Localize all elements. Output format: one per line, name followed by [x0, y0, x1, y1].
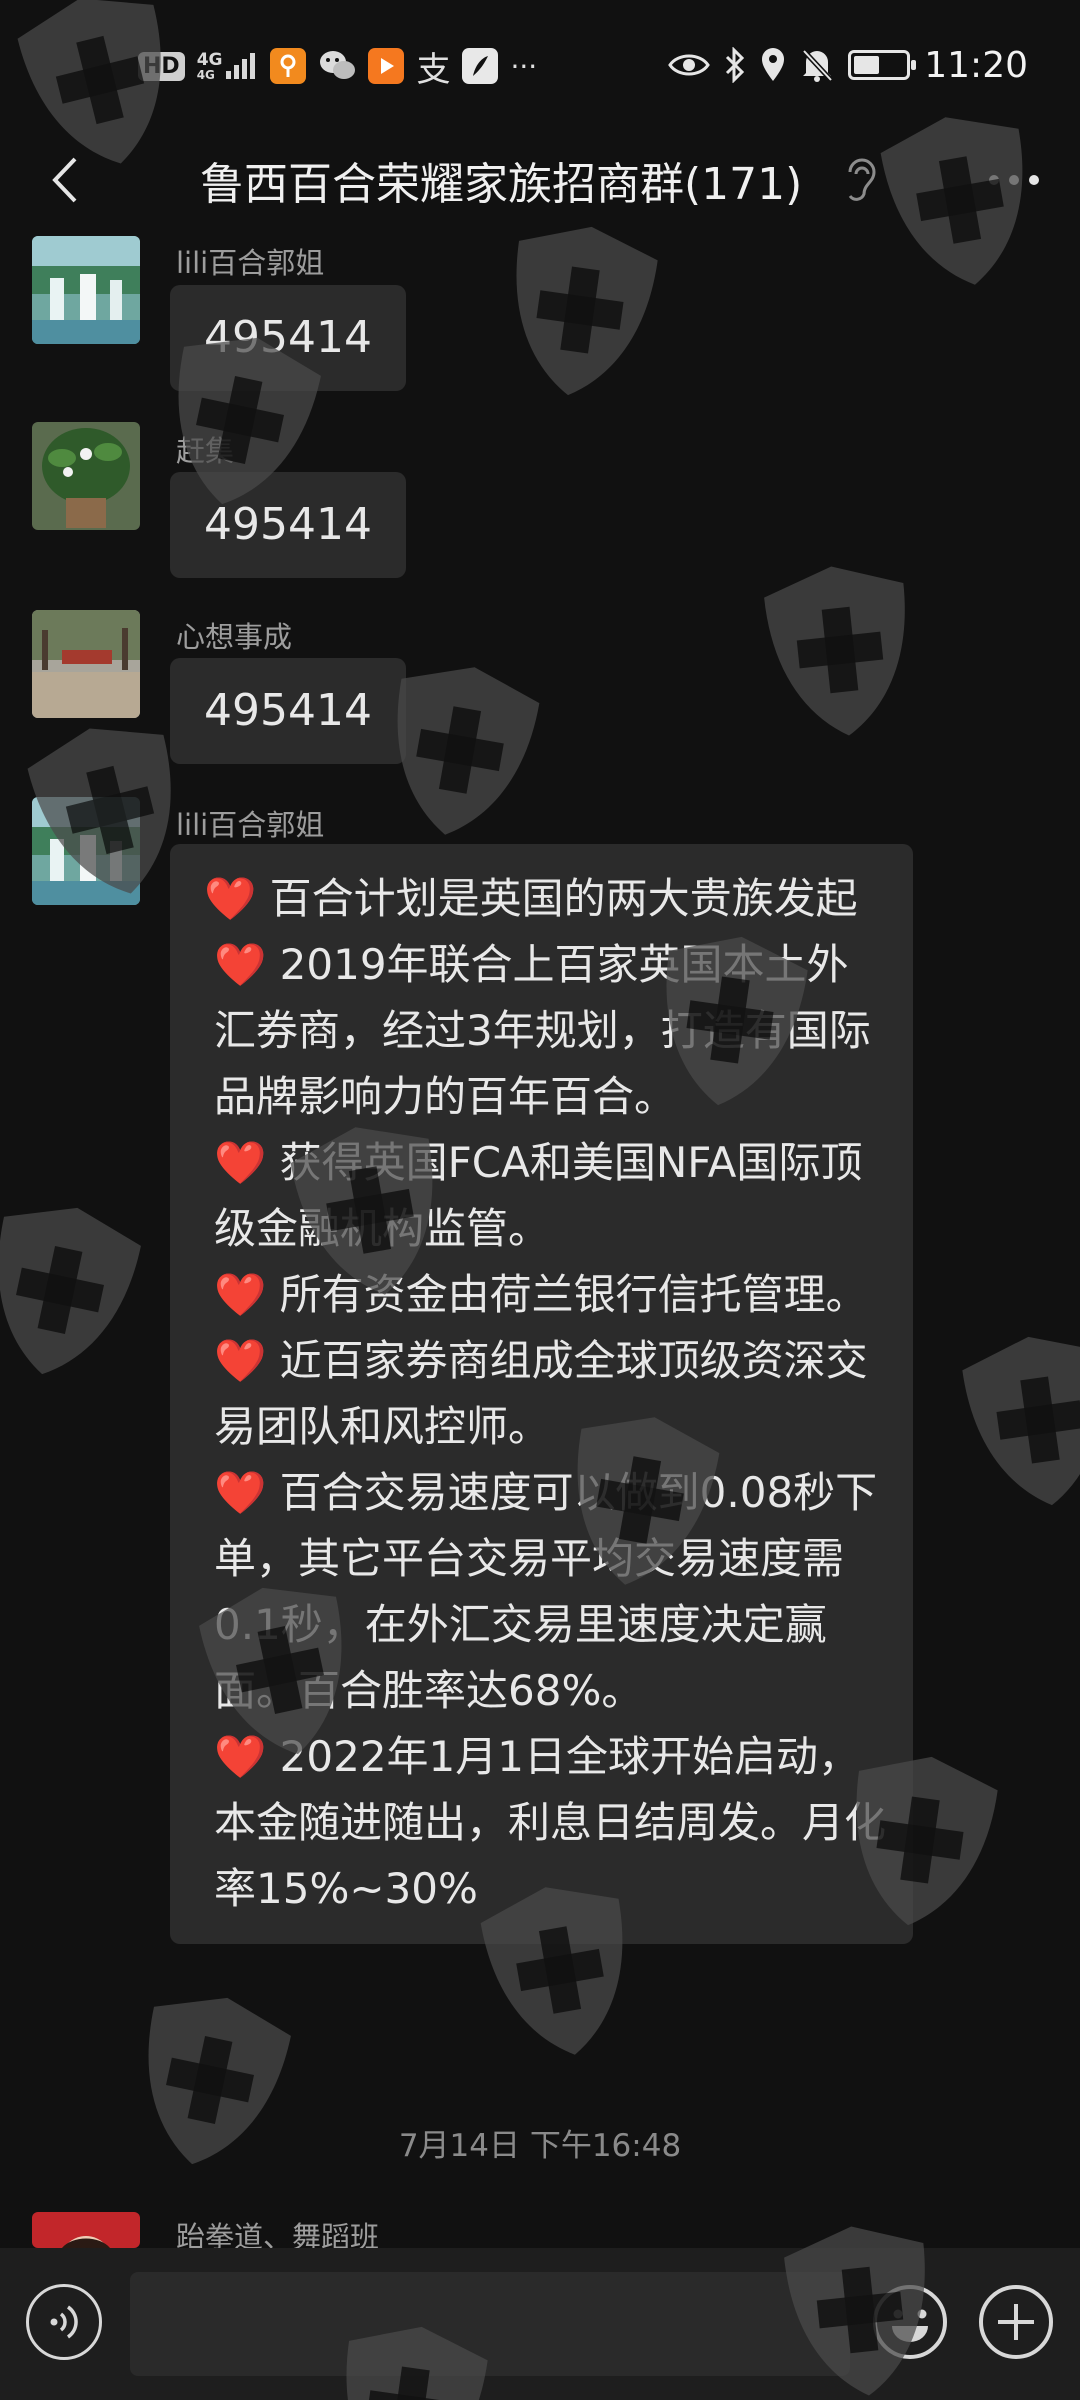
feather-app-icon: [462, 48, 499, 84]
bluetooth-icon: [726, 47, 745, 83]
network-label: 4G: [196, 49, 223, 70]
more-button[interactable]: [976, 150, 1052, 210]
avatar-park[interactable]: [32, 610, 140, 718]
voice-button[interactable]: [26, 2284, 102, 2360]
heart-icon: ❤️: [214, 1468, 267, 1517]
message-paragraph: ❤️ 所有资金由荷兰银行信托管理。: [214, 1270, 868, 1319]
status-bar: HD 4G 4G 支 ··· 11:20: [0, 0, 1080, 130]
ear-icon: [848, 158, 876, 201]
avatar-woman[interactable]: [32, 2212, 140, 2248]
more-notifications-icon: ···: [510, 49, 538, 83]
message-input[interactable]: [130, 2272, 850, 2376]
heart-icon: ❤️: [214, 1732, 267, 1781]
status-left-icons: HD 4G 4G 支 ···: [138, 44, 538, 90]
shield-cross-watermark: [0, 1207, 141, 1375]
message-bubble[interactable]: 495414: [170, 285, 406, 391]
clock: 11:20: [924, 44, 1028, 86]
chat-title: 鲁西百合荣耀家族招商群(171): [200, 159, 803, 210]
message-paragraph: ❤️ 2022年1月1日全球开始启动，本金随进随出，利息日结周发。月化率15%~…: [214, 1732, 887, 1913]
emoji-icon[interactable]: [872, 2284, 948, 2360]
heart-icon: ❤️: [214, 1336, 267, 1385]
alipay-icon: 支: [416, 49, 451, 90]
message-bubble[interactable]: 495414: [170, 472, 406, 578]
location-icon: [762, 48, 785, 81]
sender-name: 赶集: [176, 434, 235, 468]
message-timestamp: 7月14日 下午16:48: [398, 2128, 682, 2164]
network-sub-label: 4G: [196, 67, 215, 82]
battery-fill: [854, 56, 880, 74]
shield-cross-watermark: [962, 1336, 1080, 1506]
app-notification-icon: [270, 48, 307, 84]
input-bar: [0, 2248, 1080, 2400]
hd-badge: HD: [138, 51, 185, 81]
play-app-icon: [368, 48, 405, 84]
bell-off-icon: [802, 49, 834, 82]
signal-group: 4G 4G: [197, 51, 259, 81]
heart-icon: ❤️: [214, 1270, 267, 1319]
message-paragraph: ❤️ 近百家券商组成全球顶级资深交易团队和风控师。: [214, 1336, 868, 1451]
signal-icon: [226, 53, 256, 79]
avatar-plant[interactable]: [32, 422, 140, 530]
avatar-waterfall[interactable]: [32, 236, 140, 344]
message-paragraph: ❤️ 百合计划是英国的两大贵族发起: [204, 874, 858, 923]
chat-header: 鲁西百合荣耀家族招商群(171): [0, 130, 1080, 230]
status-right-icons: 11:20: [668, 38, 1028, 92]
message-paragraph: ❤️ 获得英国FCA和美国NFA国际顶级金融机构监管。: [214, 1138, 863, 1253]
message-bubble-long[interactable]: ❤️ 百合计划是英国的两大贵族发起 ❤️ 2019年联合上百家英国本土外汇券商，…: [170, 844, 913, 1944]
back-arrow-icon: [52, 157, 77, 203]
heart-icon: ❤️: [214, 940, 267, 989]
eye-icon: [668, 54, 711, 76]
message-paragraph: ❤️ 2019年联合上百家英国本土外汇券商，经过3年规划，打造有国际品牌影响力的…: [214, 940, 871, 1121]
more-dots-icon: [989, 175, 1039, 185]
battery-icon: [848, 50, 917, 80]
heart-icon: ❤️: [214, 1138, 267, 1187]
plus-icon[interactable]: [978, 2284, 1054, 2360]
wechat-icon: [320, 51, 356, 79]
avatar-waterfall[interactable]: [32, 797, 140, 905]
shield-cross-watermark: [516, 226, 658, 396]
message-bubble[interactable]: 495414: [170, 658, 406, 764]
message-paragraph: ❤️ 百合交易速度可以做到0.08秒下单，其它平台交易平均交易速度需0.1秒，在…: [214, 1468, 878, 1715]
sender-name: lili百合郭姐: [176, 246, 325, 280]
heart-icon: ❤️: [204, 874, 257, 923]
sender-name: lili百合郭姐: [176, 808, 325, 842]
back-button[interactable]: [26, 142, 102, 218]
sender-name: 心想事成: [176, 620, 293, 654]
shield-cross-watermark: [764, 566, 905, 736]
voice-icon: [50, 2305, 78, 2339]
